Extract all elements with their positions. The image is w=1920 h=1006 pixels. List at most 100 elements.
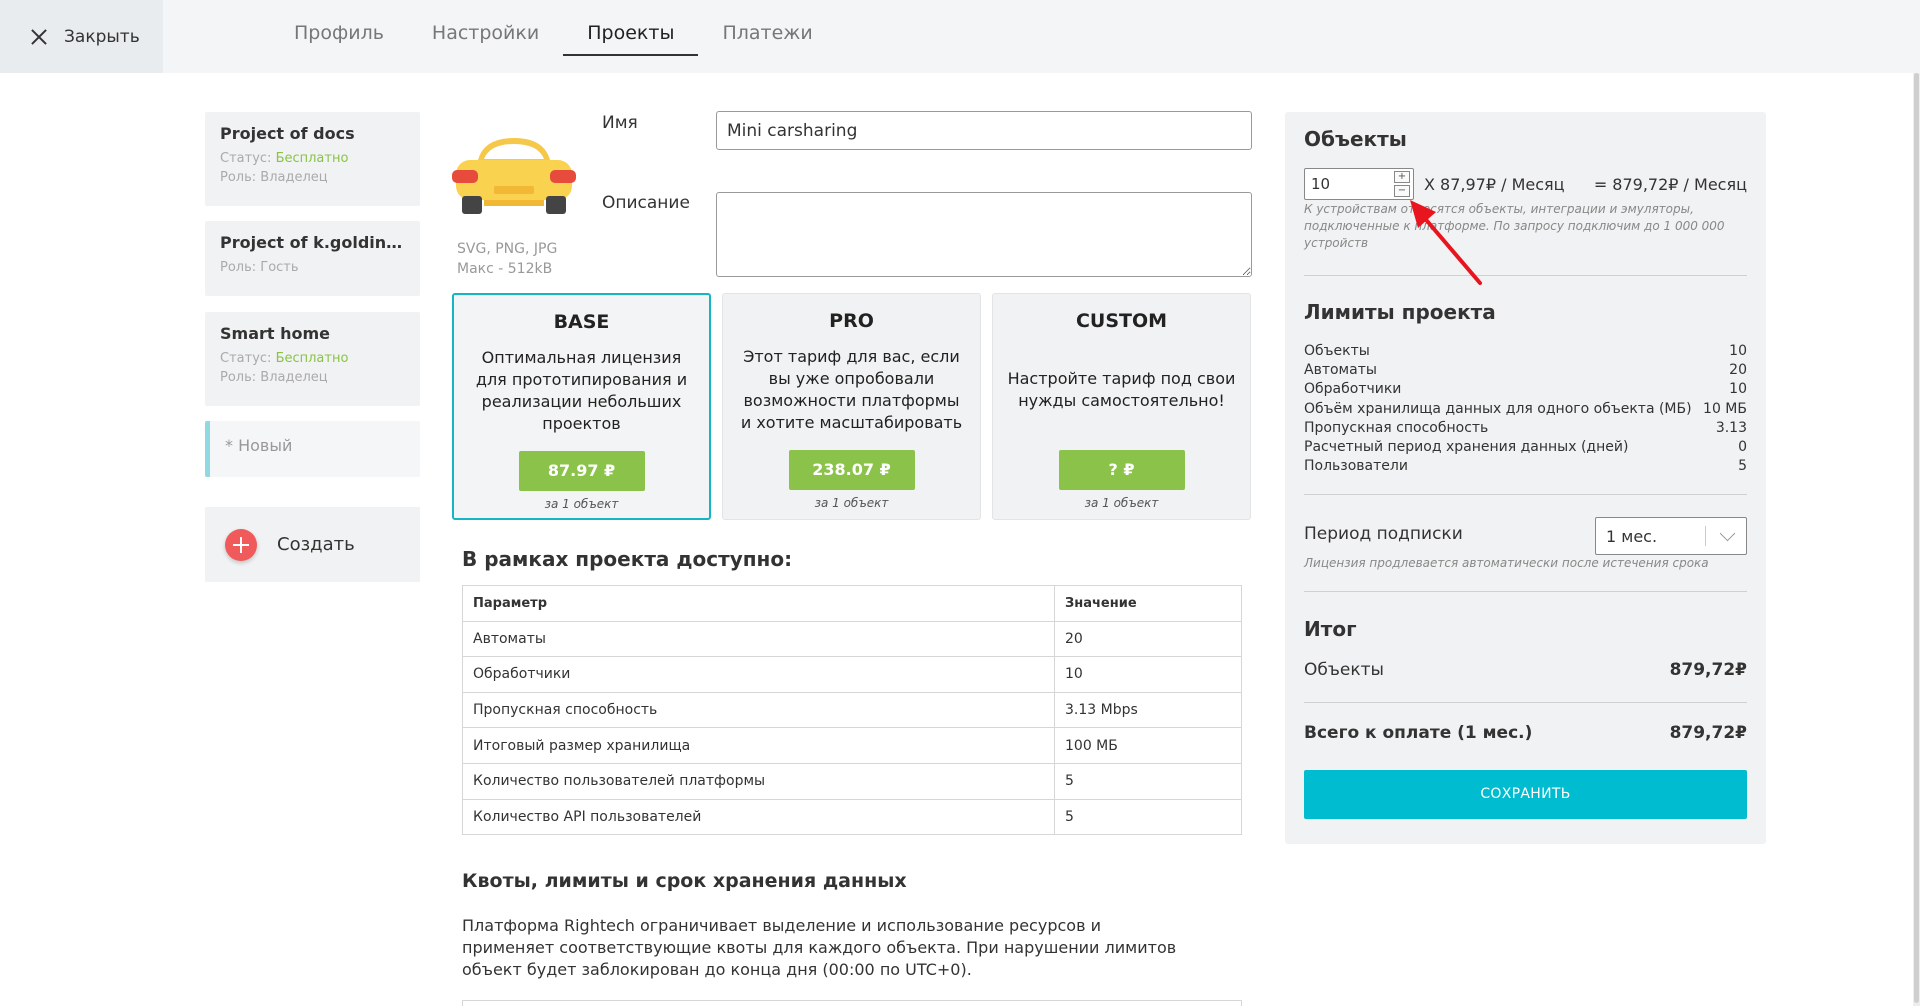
table-cell: 20	[1054, 620, 1242, 658]
divider	[1304, 494, 1747, 495]
save-button[interactable]: СОХРАНИТЬ	[1304, 770, 1747, 819]
period-label: Период подписки	[1304, 524, 1463, 544]
limit-label: Обработчики	[1304, 381, 1402, 398]
tab-profile[interactable]: Профиль	[270, 0, 408, 56]
table-cell: 5	[1054, 762, 1242, 800]
project-item-smart-home[interactable]: Smart home Статус: Бесплатно Роль: Владе…	[205, 312, 420, 406]
list-item: Объекты 10	[1304, 343, 1747, 362]
grand-total-label: Всего к оплате (1 мес.)	[1304, 723, 1533, 743]
close-label: Закрыть	[64, 26, 140, 47]
image-format-hint: SVG, PNG, JPG Макс - 512kB	[457, 239, 557, 279]
project-meta: Статус: Бесплатно Роль: Владелец	[220, 349, 405, 387]
table-cell: 5	[1054, 798, 1242, 836]
plan-title: PRO	[829, 310, 874, 332]
close-button[interactable]: Закрыть	[0, 0, 163, 73]
divider	[1304, 702, 1747, 703]
quotas-table	[462, 1000, 1242, 1006]
plan-card-custom[interactable]: CUSTOM Настройте тариф под свои нужды са…	[992, 293, 1251, 520]
objects-quantity-stepper[interactable]: 10 + −	[1304, 168, 1414, 200]
table-row: Автоматы 20	[462, 620, 1242, 658]
project-name: Smart home	[220, 324, 331, 343]
create-label: Создать	[277, 534, 355, 555]
table-header-row: Параметр Значение	[462, 585, 1242, 622]
objects-quantity-value[interactable]: 10	[1311, 175, 1330, 193]
period-select[interactable]: 1 мес.	[1595, 517, 1747, 555]
table-header-value: Значение	[1054, 585, 1242, 622]
project-role: Роль: Владелец	[220, 370, 328, 385]
plan-per-unit: за 1 объект	[814, 496, 889, 510]
page-scrollbar[interactable]	[1913, 73, 1920, 1006]
limit-value: 10 МБ	[1703, 400, 1747, 417]
limit-value: 5	[1738, 458, 1747, 475]
status-label: Статус:	[220, 151, 272, 166]
objects-total-price: = 879,72₽ / Месяц	[1593, 175, 1747, 194]
total-objects-label: Объекты	[1304, 660, 1384, 680]
description-textarea[interactable]	[716, 192, 1252, 277]
period-value: 1 мес.	[1606, 527, 1658, 546]
limits-list: Объекты 10 Автоматы 20 Обработчики 10 Объём…	[1304, 343, 1747, 477]
name-label: Имя	[602, 113, 638, 133]
status-badge: Бесплатно	[275, 151, 349, 166]
table-row: Пропускная способность 3.13 Mbps	[462, 691, 1242, 729]
scrollbar-thumb[interactable]	[1914, 73, 1919, 1003]
plan-price-button[interactable]: ? ₽	[1058, 450, 1185, 490]
limit-label: Объём хранилища данных для одного объект…	[1304, 400, 1692, 417]
project-meta: Статус: Бесплатно Роль: Владелец	[220, 149, 405, 187]
increment-button[interactable]: +	[1394, 171, 1410, 183]
table-cell: Пропускная способность	[462, 691, 1055, 729]
close-icon	[30, 28, 48, 46]
tab-payments[interactable]: Платежи	[698, 0, 836, 56]
status-badge: Бесплатно	[275, 351, 349, 366]
list-item: Обработчики 10	[1304, 381, 1747, 400]
project-item-goldinova[interactable]: Project of k.goldinova... Роль: Гость	[205, 221, 420, 296]
table-row: Количество пользователей платформы 5	[462, 762, 1242, 800]
tab-settings[interactable]: Настройки	[408, 0, 563, 56]
description-label: Описание	[602, 193, 690, 213]
project-name-input[interactable]	[716, 111, 1252, 150]
create-project-button[interactable]: Создать	[205, 507, 420, 582]
project-name: Project of k.goldinova...	[220, 233, 405, 252]
limit-value: 10	[1729, 381, 1747, 398]
plan-card-pro[interactable]: PRO Этот тариф для вас, если вы уже опро…	[722, 293, 981, 520]
table-cell: Автоматы	[462, 620, 1055, 658]
project-name: * Новый	[225, 436, 293, 455]
limit-value: 0	[1738, 438, 1747, 455]
table-cell: Итоговый размер хранилища	[462, 727, 1055, 764]
limit-label: Пользователи	[1304, 458, 1408, 475]
project-role: Роль: Владелец	[220, 170, 328, 185]
chevron-down-icon	[1719, 525, 1736, 542]
limit-label: Объекты	[1304, 343, 1370, 359]
grand-total-row: Всего к оплате (1 мес.) 879,72₽	[1304, 723, 1747, 743]
objects-hint: К устройствам относятся объекты, интегра…	[1304, 202, 1725, 250]
plan-per-unit: за 1 объект	[1084, 496, 1159, 510]
project-item-new[interactable]: * Новый	[205, 421, 420, 477]
plan-description: Этот тариф для вас, если вы уже опробова…	[740, 347, 963, 432]
limits-title: Лимиты проекта	[1304, 300, 1496, 324]
list-item: Расчетный период хранения данных (дней) 0	[1304, 439, 1747, 458]
table-row: Обработчики 10	[462, 656, 1242, 693]
car-icon[interactable]	[448, 130, 580, 220]
table-row: Количество API пользователей 5	[462, 798, 1242, 836]
plan-card-base[interactable]: BASE Оптимальная лицензия для прототипир…	[452, 293, 711, 520]
decrement-button[interactable]: −	[1394, 185, 1410, 197]
plan-description: Настройте тариф под свои нужды самостоят…	[1007, 369, 1236, 410]
limit-label: Автоматы	[1304, 362, 1377, 379]
objects-title: Объекты	[1304, 127, 1407, 151]
project-item-docs[interactable]: Project of docs Статус: Бесплатно Роль: …	[205, 112, 420, 206]
plan-price-button[interactable]: 238.07 ₽	[788, 450, 915, 490]
table-cell: 3.13 Mbps	[1054, 691, 1242, 729]
plan-price-button[interactable]: 87.97 ₽	[518, 451, 645, 491]
list-item: Пропускная способность 3.13	[1304, 420, 1747, 439]
params-table: Параметр Значение Автоматы 20 Обработчики…	[462, 585, 1242, 836]
app-root: Закрыть Профиль Настройки Проекты Платеж…	[0, 0, 1920, 1006]
project-role: Роль: Гость	[220, 260, 299, 275]
plan-description: Оптимальная лицензия для прототипировани…	[475, 348, 688, 433]
list-item: Автоматы 20	[1304, 362, 1747, 381]
available-title: В рамках проекта доступно:	[462, 547, 793, 571]
total-title: Итог	[1304, 617, 1357, 641]
grand-total-value: 879,72₽	[1669, 723, 1747, 743]
tab-projects[interactable]: Проекты	[563, 0, 699, 56]
image-formats: SVG, PNG, JPG	[457, 241, 558, 257]
list-item: Объём хранилища данных для одного объект…	[1304, 401, 1747, 420]
period-hint: Лицензия продлевается автоматически посл…	[1304, 556, 1709, 570]
